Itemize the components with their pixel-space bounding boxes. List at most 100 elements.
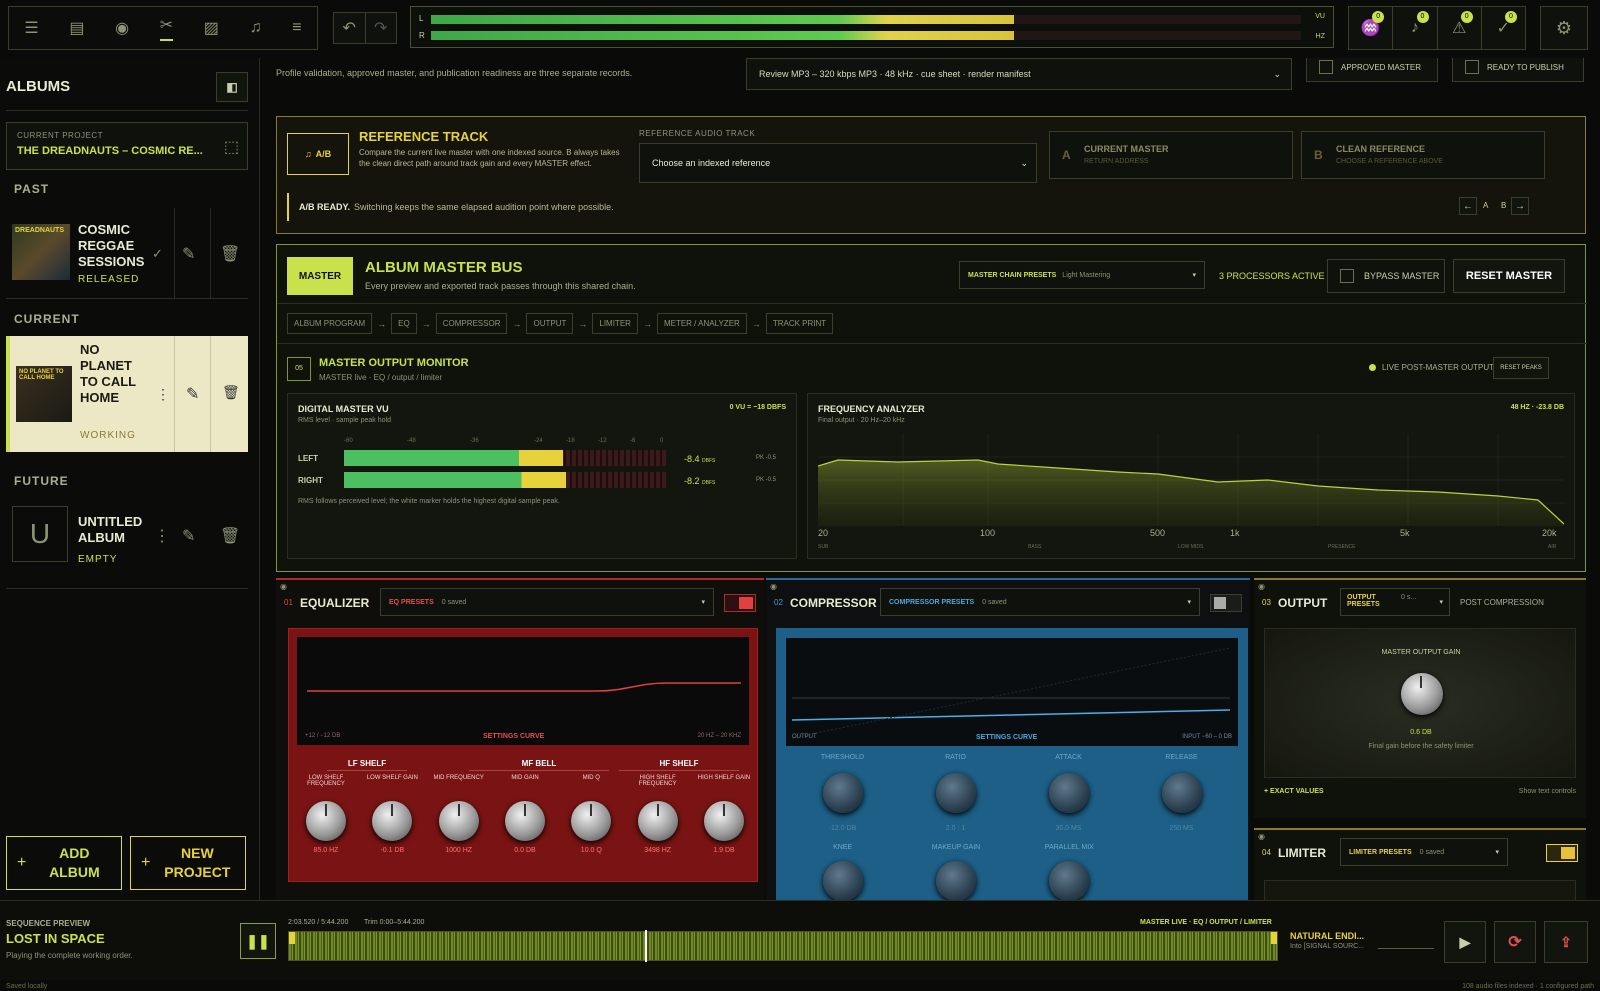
redo-button[interactable]: ↷ bbox=[366, 13, 397, 43]
ready-to-publish-checkbox[interactable]: READY TO PUBLISH bbox=[1452, 58, 1584, 82]
more-menu-icon[interactable]: ⋮ bbox=[156, 386, 170, 403]
knob-value: 85.0 HZ bbox=[313, 847, 339, 854]
comp-knob-unit: THRESHOLD -12.0 DB bbox=[803, 754, 883, 844]
knob-value: 2.0 : 1 bbox=[945, 825, 966, 832]
limiter-toggle[interactable] bbox=[1546, 844, 1578, 862]
show-text-controls[interactable]: Show text controls bbox=[1519, 788, 1576, 795]
release-knob[interactable] bbox=[1161, 773, 1202, 813]
chain-eq[interactable]: EQ bbox=[391, 313, 417, 334]
album-card-future[interactable]: U UNTITLED ALBUM EMPTY ⋮ ✎ 🗑 bbox=[6, 498, 248, 584]
threshold-knob[interactable] bbox=[822, 773, 863, 813]
approved-master-checkbox[interactable]: APPROVED MASTER bbox=[1306, 58, 1438, 82]
approved-master-label: APPROVED MASTER bbox=[1341, 62, 1422, 72]
chain-track-print[interactable]: TRACK PRINT bbox=[765, 313, 834, 334]
edit-pencil-icon[interactable]: ✎ bbox=[182, 244, 195, 264]
prev-arrow-button[interactable]: ← bbox=[1459, 197, 1477, 215]
pause-button[interactable]: ❚❚ bbox=[240, 923, 276, 959]
album-card-past[interactable]: DREADNAUTS COSMIC REGGAE SESSIONS RELEAS… bbox=[6, 208, 248, 298]
check-icon[interactable]: ✓ 0 bbox=[1482, 7, 1525, 49]
drag-handle-icon[interactable]: ◉ bbox=[280, 582, 287, 591]
delete-trash-icon[interactable]: 🗑 bbox=[220, 526, 240, 546]
high-shelf-freq-knob[interactable] bbox=[637, 801, 678, 841]
export-button[interactable]: ⇪ bbox=[1544, 921, 1588, 963]
vu-right-peak: PK -0.5 bbox=[756, 477, 777, 483]
ratio-knob[interactable] bbox=[935, 773, 976, 813]
transport-trim: Trim 0:00–5:44.200 bbox=[364, 919, 425, 926]
next-arrow-button[interactable]: → bbox=[1511, 197, 1529, 215]
mid-frequency-knob[interactable] bbox=[438, 801, 479, 841]
check-circle-icon[interactable]: ◉ bbox=[115, 18, 129, 38]
digital-vu-panel: DIGITAL MASTER VU RMS level · sample pea… bbox=[287, 393, 797, 559]
limiter-presets-select[interactable]: LIMITER PRESETS 0 saved ▾ bbox=[1340, 838, 1508, 866]
bypass-master-toggle[interactable]: BYPASS MASTER bbox=[1327, 259, 1445, 293]
drag-handle-icon[interactable]: ◉ bbox=[1258, 582, 1265, 591]
music-note-icon[interactable]: ♫ bbox=[250, 19, 262, 37]
album-card-current[interactable]: NO PLANET TO CALL HOME NO PLANET TO CALL… bbox=[6, 336, 248, 452]
drag-handle-icon[interactable]: ◉ bbox=[770, 582, 777, 591]
document-icon[interactable]: ▤ bbox=[69, 18, 84, 38]
scissors-icon[interactable]: ✂ bbox=[159, 15, 174, 41]
attack-knob[interactable] bbox=[1048, 773, 1089, 813]
low-shelf-freq-knob[interactable] bbox=[306, 801, 346, 841]
exact-values-toggle[interactable]: + EXACT VALUES bbox=[1264, 788, 1324, 795]
trim-start-handle[interactable] bbox=[289, 932, 295, 944]
drag-handle-icon[interactable]: ◉ bbox=[1258, 832, 1265, 841]
folder-icon[interactable]: ⬚ bbox=[224, 137, 239, 157]
delete-trash-icon[interactable]: 🗑 bbox=[222, 384, 240, 401]
output-gain-label: MASTER OUTPUT GAIN bbox=[1381, 649, 1461, 656]
eq-knob-unit: HIGH SHELF FREQUENCY 3498 HZ bbox=[627, 775, 689, 875]
low-shelf-gain-knob[interactable] bbox=[372, 801, 413, 841]
mid-q-knob[interactable] bbox=[571, 801, 612, 841]
image-icon[interactable]: ▨ bbox=[204, 18, 219, 38]
clean-reference-slot[interactable]: B CLEAN REFERENCE CHOOSE A REFERENCE ABO… bbox=[1301, 131, 1545, 179]
trim-end-handle[interactable] bbox=[1271, 932, 1277, 944]
play-button[interactable]: ▶ bbox=[1444, 921, 1486, 963]
vu-left-fill bbox=[344, 450, 563, 466]
ab-badge[interactable]: ♫ A/B bbox=[287, 133, 349, 175]
eq-presets-select[interactable]: EQ PRESETS 0 saved ▾ bbox=[380, 588, 714, 616]
warning-icon[interactable]: ⚠ 0 bbox=[1438, 7, 1482, 49]
live-output-indicator: LIVE POST-MASTER OUTPUT bbox=[1369, 363, 1494, 372]
waveform-alert-icon[interactable]: ♒ 0 bbox=[1349, 7, 1394, 49]
sliders-icon[interactable]: ≡ bbox=[292, 19, 301, 37]
comp-toggle[interactable] bbox=[1210, 594, 1242, 612]
comp-presets-select[interactable]: COMPRESSOR PRESETS 0 saved ▾ bbox=[880, 588, 1200, 616]
reference-audio-select[interactable]: Choose an indexed reference ⌄ bbox=[639, 143, 1037, 183]
delete-trash-icon[interactable]: 🗑 bbox=[220, 244, 240, 264]
live-dot-icon bbox=[1369, 364, 1376, 371]
mid-gain-knob[interactable] bbox=[504, 801, 545, 841]
chain-output[interactable]: OUTPUT bbox=[526, 313, 574, 334]
waveform-scrubber[interactable] bbox=[288, 930, 1278, 962]
edit-pencil-icon[interactable]: ✎ bbox=[186, 384, 199, 404]
master-chain-presets-select[interactable]: MASTER CHAIN PRESETS Light Mastering ▾ bbox=[959, 261, 1205, 289]
output-presets-select[interactable]: OUTPUT PRESETS 0 s... ▾ bbox=[1340, 588, 1450, 616]
collapse-sidebar-button[interactable]: ◧ bbox=[216, 72, 248, 102]
master-output-gain-knob[interactable] bbox=[1401, 673, 1443, 715]
new-project-button[interactable]: + NEW PROJECT bbox=[130, 836, 246, 890]
reset-peaks-button[interactable]: RESET PEAKS bbox=[1493, 357, 1549, 379]
loop-button[interactable]: ⟳ bbox=[1494, 921, 1536, 963]
makeup-gain-knob[interactable] bbox=[935, 861, 976, 900]
chain-arrow: → bbox=[377, 318, 387, 329]
edit-pencil-icon[interactable]: ✎ bbox=[182, 526, 195, 546]
high-shelf-gain-knob[interactable] bbox=[703, 801, 744, 841]
add-album-button[interactable]: + ADD ALBUM bbox=[6, 836, 122, 890]
transport-sub: Playing the complete working order. bbox=[6, 951, 133, 960]
more-menu-icon[interactable]: ⋮ bbox=[154, 526, 170, 546]
settings-gear-icon[interactable]: ⚙ bbox=[1540, 6, 1588, 50]
reset-master-button[interactable]: RESET MASTER bbox=[1453, 259, 1565, 293]
music-alert-icon[interactable]: ♪ 0 bbox=[1393, 7, 1438, 49]
format-select[interactable]: Review MP3 – 320 kbps MP3 · 48 kHz · cue… bbox=[746, 58, 1292, 90]
crossfade-slider[interactable] bbox=[1378, 931, 1434, 949]
list-icon[interactable]: ☰ bbox=[24, 18, 38, 38]
current-project-card[interactable]: CURRENT PROJECT THE DREADNAUTS – COSMIC … bbox=[6, 122, 248, 170]
knee-knob[interactable] bbox=[822, 861, 863, 900]
chain-limiter[interactable]: LIMITER bbox=[592, 313, 638, 334]
undo-button[interactable]: ↶ bbox=[334, 13, 366, 43]
chain-compressor[interactable]: COMPRESSOR bbox=[435, 313, 508, 334]
eq-toggle[interactable] bbox=[724, 594, 756, 612]
chain-meter-analyzer[interactable]: METER / ANALYZER bbox=[656, 313, 747, 334]
current-master-slot[interactable]: A CURRENT MASTER RETURN ADDRESS bbox=[1049, 131, 1293, 179]
parallel-mix-knob[interactable] bbox=[1049, 861, 1090, 900]
chain-album-program[interactable]: ALBUM PROGRAM bbox=[287, 313, 373, 334]
